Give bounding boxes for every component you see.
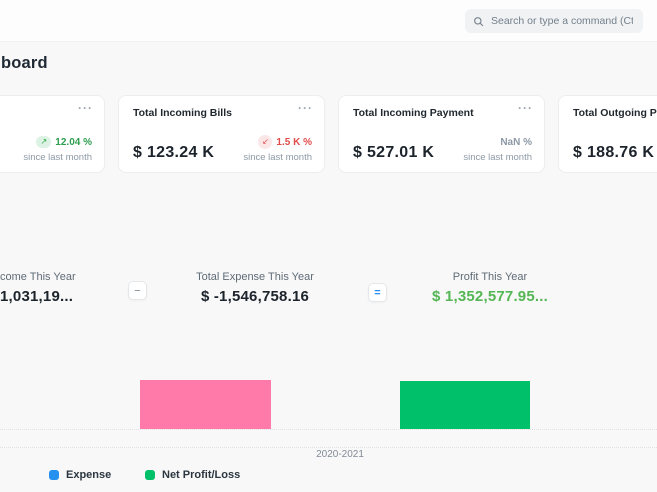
search-icon bbox=[473, 16, 484, 27]
income-value-clipped: 1,031,19... bbox=[0, 288, 76, 305]
card-title: Total Incoming Bills bbox=[133, 107, 310, 119]
navbar bbox=[0, 0, 657, 42]
card-value: $ 123.24 K bbox=[133, 144, 214, 162]
summary-expense: Total Expense This Year $ -1,546,758.16 bbox=[145, 271, 365, 305]
stat-card-total-outgoing-payment: Total Outgoing Payment $ 188.76 K bbox=[558, 95, 657, 173]
chart-gridline-zero bbox=[0, 429, 657, 430]
minus-icon: − bbox=[134, 285, 140, 297]
dashboard-page: board ··· ↗ 12.04 % since last month Tot… bbox=[0, 0, 657, 492]
card-title: Total Incoming Payment bbox=[353, 107, 530, 119]
legend-item-net-profit-loss: Net Profit/Loss bbox=[145, 469, 240, 481]
expense-value: $ -1,546,758.16 bbox=[145, 288, 365, 305]
net-profit-legend-swatch bbox=[145, 470, 155, 480]
legend-label: Expense bbox=[66, 469, 111, 481]
since-last-month-label: since last month bbox=[243, 152, 312, 163]
since-last-month-label: since last month bbox=[463, 152, 532, 163]
card-value: $ 188.76 K bbox=[573, 144, 654, 162]
x-axis-tick-label: 2020-2021 bbox=[290, 449, 390, 460]
profit-value: $ 1,352,577.95... bbox=[380, 288, 600, 305]
change-percent: 1.5 K % bbox=[276, 137, 312, 148]
global-search[interactable] bbox=[465, 9, 643, 33]
page-title: board bbox=[1, 54, 48, 73]
card-title: Total Outgoing Payment bbox=[573, 107, 657, 119]
card-value: $ 527.01 K bbox=[353, 144, 434, 162]
since-last-month-label: since last month bbox=[23, 152, 92, 163]
profit-label: Profit This Year bbox=[380, 271, 600, 283]
summary-income: come This Year 1,031,19... bbox=[0, 271, 76, 305]
chart-gridline-base bbox=[0, 447, 657, 448]
search-input[interactable] bbox=[489, 14, 635, 28]
net-profit-bar[interactable] bbox=[400, 381, 530, 429]
legend-label: Net Profit/Loss bbox=[162, 469, 240, 481]
income-label-clipped: come This Year bbox=[0, 271, 76, 283]
change-percent: 12.04 % bbox=[55, 137, 92, 148]
expense-label: Total Expense This Year bbox=[145, 271, 365, 283]
card-menu-ellipsis-icon[interactable]: ··· bbox=[78, 101, 93, 115]
card-menu-ellipsis-icon[interactable]: ··· bbox=[518, 101, 533, 115]
stat-card-total-incoming-payment: Total Incoming Payment ··· $ 527.01 K Na… bbox=[338, 95, 545, 173]
summary-profit: Profit This Year $ 1,352,577.95... bbox=[380, 271, 600, 305]
expense-bar[interactable] bbox=[140, 380, 271, 429]
expense-legend-swatch bbox=[49, 470, 59, 480]
trend-down-icon: ↙ bbox=[258, 135, 272, 149]
legend-item-expense: Expense bbox=[49, 469, 111, 481]
stat-card-clipped-left: ··· ↗ 12.04 % since last month bbox=[0, 95, 105, 173]
change-percent: NaN % bbox=[500, 137, 532, 148]
card-menu-ellipsis-icon[interactable]: ··· bbox=[298, 101, 313, 115]
stat-card-total-incoming-bills: Total Incoming Bills ··· $ 123.24 K ↙ 1.… bbox=[118, 95, 325, 173]
trend-up-icon: ↗ bbox=[36, 136, 51, 148]
